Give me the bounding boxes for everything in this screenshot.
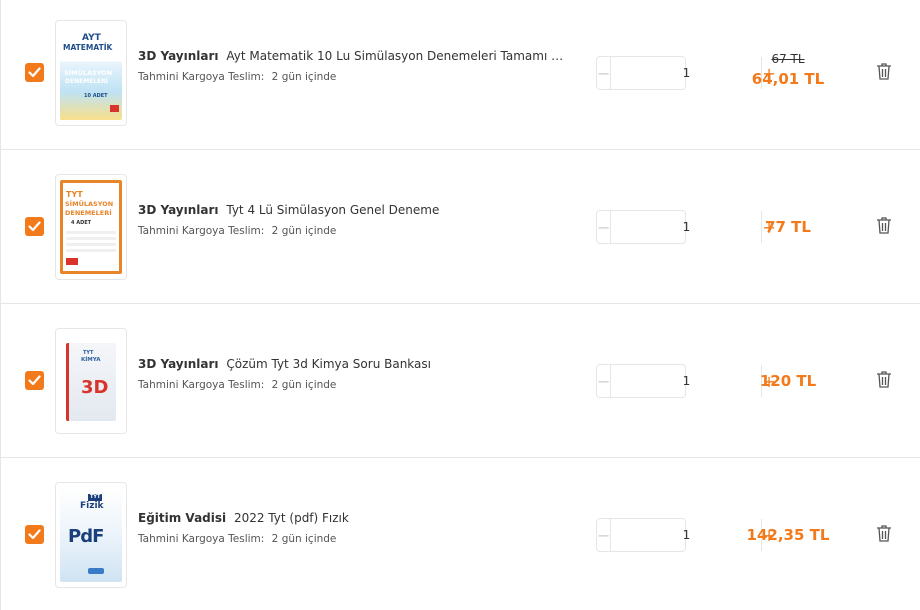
cart-item: AYT MATEMATİK SİMÜLASYON DENEMELERİ 10 A… xyxy=(1,0,920,150)
shipping-value: 2 gün içinde xyxy=(271,379,337,391)
book-cover-image: TYT Fizik PdF xyxy=(60,488,122,582)
decrease-quantity-button[interactable]: − xyxy=(597,57,612,89)
check-icon xyxy=(28,375,41,386)
old-price: 67 TL xyxy=(771,52,805,66)
item-select-checkbox[interactable] xyxy=(25,371,44,390)
current-price: 77 TL xyxy=(765,218,811,236)
product-info: 3D Yayınları Ayt Matematik 10 Lu Simülas… xyxy=(138,48,568,84)
book-cover-image: TYT KİMYA 3D xyxy=(66,343,116,421)
trash-icon xyxy=(877,217,891,234)
cover-text: PdF xyxy=(68,526,104,547)
shipping-value: 2 gün içinde xyxy=(271,533,337,545)
trash-icon xyxy=(877,371,891,388)
product-brand[interactable]: 3D Yayınları xyxy=(138,203,219,217)
shipping-label: Tahmini Kargoya Teslim: xyxy=(138,225,265,237)
quantity-stepper: − + xyxy=(596,518,776,552)
cover-text: TYT xyxy=(83,350,94,356)
decrease-quantity-button[interactable]: − xyxy=(597,519,612,551)
shipping-value: 2 gün içinde xyxy=(271,225,337,237)
book-cover-image: AYT MATEMATİK SİMÜLASYON DENEMELERİ 10 A… xyxy=(60,26,122,120)
product-title: 3D Yayınları Ayt Matematik 10 Lu Simülas… xyxy=(138,48,568,64)
shipping-estimate: Tahmini Kargoya Teslim: 2 gün içinde xyxy=(138,224,568,238)
cart-item: TYT Fizik PdF Eğitim Vadisi 2022 Tyt (pd… xyxy=(1,458,920,610)
price-block: 142,35 TL xyxy=(728,526,848,544)
cover-text: SİMÜLASYON xyxy=(65,200,114,208)
product-name[interactable]: Tyt 4 Lü Simülasyon Genel Deneme xyxy=(226,203,439,217)
delete-item-button[interactable] xyxy=(876,62,892,80)
quantity-stepper: − + xyxy=(596,56,776,90)
cover-text: SİMÜLASYON xyxy=(64,69,113,77)
delete-item-button[interactable] xyxy=(876,524,892,542)
product-info: Eğitim Vadisi 2022 Tyt (pdf) Fızık Tahmi… xyxy=(138,510,568,546)
product-brand[interactable]: Eğitim Vadisi xyxy=(138,511,226,525)
product-brand[interactable]: 3D Yayınları xyxy=(138,49,219,63)
shipping-estimate: Tahmini Kargoya Teslim: 2 gün içinde xyxy=(138,70,568,84)
shipping-label: Tahmini Kargoya Teslim: xyxy=(138,71,265,83)
check-icon xyxy=(28,221,41,232)
price-block: 67 TL 64,01 TL xyxy=(728,52,848,88)
cover-text: 4 ADET xyxy=(71,220,92,226)
product-title: 3D Yayınları Tyt 4 Lü Simülasyon Genel D… xyxy=(138,202,568,218)
cover-text: Fizik xyxy=(80,501,104,511)
cover-text: TYT xyxy=(88,494,103,501)
item-select-checkbox[interactable] xyxy=(25,63,44,82)
product-name[interactable]: 2022 Tyt (pdf) Fızık xyxy=(234,511,349,525)
product-image[interactable]: TYT Fizik PdF xyxy=(55,482,127,588)
item-select-checkbox[interactable] xyxy=(25,217,44,236)
product-image[interactable]: AYT MATEMATİK SİMÜLASYON DENEMELERİ 10 A… xyxy=(55,20,127,126)
cart-item-list: AYT MATEMATİK SİMÜLASYON DENEMELERİ 10 A… xyxy=(0,0,920,610)
check-icon xyxy=(28,529,41,540)
decrease-quantity-button[interactable]: − xyxy=(597,211,612,243)
item-select-checkbox[interactable] xyxy=(25,525,44,544)
cover-text: 10 ADET xyxy=(84,93,108,99)
quantity-stepper: − + xyxy=(596,210,776,244)
minus-icon: − xyxy=(597,371,611,391)
product-info: 3D Yayınları Çözüm Tyt 3d Kimya Soru Ban… xyxy=(138,356,568,392)
quantity-stepper: − + xyxy=(596,364,776,398)
cover-text: 3D xyxy=(81,377,109,398)
product-info: 3D Yayınları Tyt 4 Lü Simülasyon Genel D… xyxy=(138,202,568,238)
shipping-value: 2 gün içinde xyxy=(271,71,337,83)
price-block: 77 TL xyxy=(728,218,848,236)
shipping-estimate: Tahmini Kargoya Teslim: 2 gün içinde xyxy=(138,532,568,546)
product-image[interactable]: TYT KİMYA 3D xyxy=(55,328,127,434)
product-brand[interactable]: 3D Yayınları xyxy=(138,357,219,371)
shipping-estimate: Tahmini Kargoya Teslim: 2 gün içinde xyxy=(138,378,568,392)
delete-item-button[interactable] xyxy=(876,216,892,234)
publisher-logo xyxy=(66,258,78,265)
product-image[interactable]: TYT SİMÜLASYON DENEMELERİ 4 ADET xyxy=(55,174,127,280)
current-price: 120 TL xyxy=(759,372,817,390)
minus-icon: − xyxy=(597,63,611,83)
cover-text: DENEMELERİ xyxy=(65,209,112,217)
publisher-logo xyxy=(88,568,104,574)
product-name[interactable]: Çözüm Tyt 3d Kimya Soru Bankası xyxy=(226,357,431,371)
publisher-logo xyxy=(110,105,119,112)
price-block: 120 TL xyxy=(728,372,848,390)
cover-text: MATEMATİK xyxy=(63,43,113,52)
cover-decoration xyxy=(66,231,116,253)
current-price: 142,35 TL xyxy=(746,526,830,544)
cart-item: TYT SİMÜLASYON DENEMELERİ 4 ADET 3D Yayı… xyxy=(1,150,920,304)
product-title: 3D Yayınları Çözüm Tyt 3d Kimya Soru Ban… xyxy=(138,356,568,372)
cover-text: AYT xyxy=(82,33,101,43)
book-cover-image: TYT SİMÜLASYON DENEMELERİ 4 ADET xyxy=(60,180,122,274)
minus-icon: − xyxy=(597,525,611,545)
trash-icon xyxy=(877,525,891,542)
cover-text: TYT xyxy=(66,190,83,199)
decrease-quantity-button[interactable]: − xyxy=(597,365,612,397)
trash-icon xyxy=(877,63,891,80)
check-icon xyxy=(28,67,41,78)
minus-icon: − xyxy=(597,217,611,237)
delete-item-button[interactable] xyxy=(876,370,892,388)
cover-text: DENEMELERİ xyxy=(65,78,109,85)
shipping-label: Tahmini Kargoya Teslim: xyxy=(138,533,265,545)
cart-item: TYT KİMYA 3D 3D Yayınları Çözüm Tyt 3d K… xyxy=(1,304,920,458)
product-title: Eğitim Vadisi 2022 Tyt (pdf) Fızık xyxy=(138,510,568,526)
product-name[interactable]: Ayt Matematik 10 Lu Simülasyon Denemeler… xyxy=(226,49,568,63)
shipping-label: Tahmini Kargoya Teslim: xyxy=(138,379,265,391)
cover-text: KİMYA xyxy=(81,357,101,363)
current-price: 64,01 TL xyxy=(751,70,825,88)
